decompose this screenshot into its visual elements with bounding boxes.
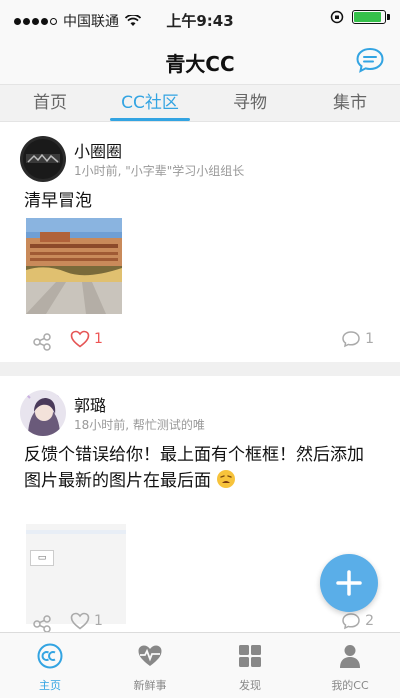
grid-icon	[239, 645, 261, 667]
status-right	[330, 10, 390, 24]
avatar-image	[20, 136, 66, 182]
post-text: 反馈个错误给你！最上面有个框框！然后添加图片最新的图片在最后面	[24, 442, 380, 494]
share-icon[interactable]	[32, 614, 52, 632]
avatar[interactable]	[20, 390, 66, 436]
category-tabs: 首页 CC社区 寻物 集市	[0, 84, 400, 122]
post-card[interactable]: 小圈圈 1小时前, "小字辈"学习小组组长 清早冒泡 1 1	[0, 122, 400, 362]
tabbar-label: 发现	[239, 679, 261, 692]
avatar-image	[20, 390, 66, 436]
bottom-tab-bar: 主页 新鲜事 发现 我的CC	[0, 632, 400, 698]
heartbeat-icon	[138, 645, 162, 666]
like-button[interactable]: 1	[70, 612, 103, 630]
tab-lost-and-found[interactable]: 寻物	[200, 85, 300, 121]
tabbar-item-my-cc[interactable]: 我的CC	[300, 633, 400, 698]
campus-building-photo	[26, 218, 122, 314]
comment-button[interactable]: 1	[341, 330, 374, 348]
tabbar-item-discover[interactable]: 发现	[200, 633, 300, 698]
rotation-lock-icon	[330, 10, 344, 24]
tabbar-item-home[interactable]: 主页	[0, 633, 100, 698]
post-text: 清早冒泡	[24, 191, 92, 211]
app-title: 青大CC	[165, 52, 235, 76]
tabbar-label: 新鲜事	[133, 679, 167, 692]
heart-icon	[70, 330, 90, 348]
thumbnail-chip: ▭	[30, 550, 54, 566]
comment-icon	[342, 613, 360, 630]
post-screenshot-thumbnail[interactable]: ▭	[26, 524, 126, 624]
author-name[interactable]: 郭璐	[74, 392, 106, 416]
weary-face-emoji-icon	[217, 470, 236, 488]
post-text-content: 反馈个错误给你！最上面有个框框！然后添加图片最新的图片在最后面	[24, 445, 364, 491]
cc-icon	[37, 643, 63, 669]
battery-level	[354, 12, 381, 22]
like-button[interactable]: 1	[70, 330, 103, 348]
status-bar: 中国联通 上午9:43	[0, 0, 400, 38]
share-icon[interactable]	[32, 332, 52, 352]
tabbar-item-news[interactable]: 新鲜事	[100, 633, 200, 698]
tab-market[interactable]: 集市	[300, 85, 400, 121]
post-actions: 1 1	[0, 330, 400, 354]
comment-count: 1	[365, 331, 374, 347]
like-count: 1	[94, 331, 103, 347]
tabbar-label: 主页	[39, 679, 61, 692]
chat-bubble-icon	[356, 47, 384, 73]
comment-icon	[342, 331, 360, 348]
comment-count: 2	[365, 613, 374, 629]
avatar[interactable]	[20, 136, 66, 182]
plus-icon	[336, 570, 362, 596]
like-count: 1	[94, 613, 103, 629]
navigation-bar: 青大CC	[0, 38, 400, 84]
messages-button[interactable]	[354, 44, 386, 76]
thumbnail-bar	[26, 530, 126, 534]
post-meta: 18小时前, 帮忙测试的唯	[74, 418, 205, 432]
post-photo[interactable]	[26, 218, 122, 314]
new-post-button[interactable]	[320, 554, 378, 612]
comment-button[interactable]: 2	[341, 612, 374, 630]
post-actions: 1 2	[0, 612, 400, 632]
tabbar-label: 我的CC	[331, 679, 369, 692]
battery-icon	[352, 10, 390, 24]
tab-home[interactable]: 首页	[0, 85, 100, 121]
author-name[interactable]: 小圈圈	[74, 138, 122, 162]
tab-cc-community[interactable]: CC社区	[100, 85, 200, 121]
heart-icon	[70, 612, 90, 630]
person-icon	[340, 645, 360, 668]
post-meta: 1小时前, "小字辈"学习小组组长	[74, 164, 245, 178]
